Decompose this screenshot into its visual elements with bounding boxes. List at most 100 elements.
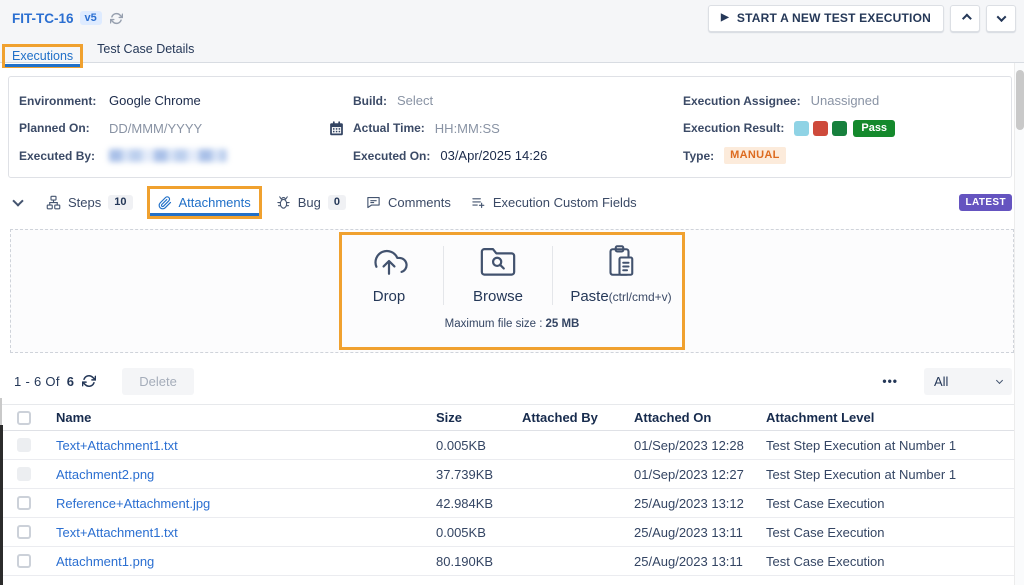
build-label: Build: (353, 94, 387, 108)
column-header-attachment-level[interactable]: Attachment Level (758, 410, 1024, 425)
browse-option[interactable]: Browse (448, 244, 548, 307)
assignee-label: Execution Assignee: (683, 94, 801, 108)
attachment-name-link[interactable]: Text+Attachment1.txt (48, 525, 428, 540)
pagination-count: 1 - 6 Of 6 (14, 374, 96, 389)
folder-search-icon (477, 244, 519, 278)
attachment-level: Test Case Execution (758, 525, 1024, 540)
tab-test-case-details[interactable]: Test Case Details (85, 38, 206, 62)
left-edge-line (0, 398, 2, 425)
paste-option[interactable]: Paste(ctrl/cmd+v) (557, 244, 685, 307)
attachment-name-link[interactable]: Reference+Attachment.jpg (48, 496, 428, 511)
steps-label: Steps (68, 195, 101, 210)
details-column-1: Environment: Google Chrome Planned On: D… (19, 87, 353, 169)
row-checkbox[interactable] (17, 525, 31, 539)
delete-button[interactable]: Delete (122, 368, 194, 395)
attachment-name-link[interactable]: Attachment1.png (48, 554, 428, 569)
vertical-scrollbar[interactable] (1014, 63, 1024, 585)
executed-by-redacted-value (109, 149, 227, 162)
pass-status-badge[interactable]: Pass (853, 120, 895, 137)
tab-steps[interactable]: Steps 10 (36, 189, 143, 216)
total-count: 6 (67, 374, 75, 389)
collapse-up-button[interactable] (950, 5, 980, 32)
calendar-icon[interactable] (328, 120, 345, 137)
upload-options: Drop Browse (339, 244, 685, 307)
table-row: Attachment2.png 37.739KB 01/Sep/2023 12:… (0, 460, 1024, 489)
executed-on-field: Executed On: 03/Apr/2025 14:26 (353, 142, 683, 169)
steps-count-badge: 10 (108, 195, 132, 210)
assignee-value[interactable]: Unassigned (811, 93, 880, 108)
details-column-2: Build: Select Actual Time: HH:MM:SS Exec… (353, 87, 683, 169)
drop-label: Drop (373, 288, 406, 305)
attachment-size: 80.190KB (428, 554, 514, 569)
planned-on-input[interactable]: DD/MMM/YYYY (109, 121, 202, 136)
planned-on-label: Planned On: (19, 121, 101, 135)
annotation-box-upload-options: Drop Browse (339, 232, 685, 350)
tab-executions[interactable]: Executions (5, 46, 80, 67)
attached-on: 25/Aug/2023 13:12 (626, 496, 758, 511)
section-collapse-icon[interactable] (12, 195, 23, 206)
row-checkbox[interactable] (17, 496, 31, 510)
scrollbar-thumb[interactable] (1016, 70, 1024, 130)
executed-on-label: Executed On: (353, 149, 430, 163)
test-execution-page: FIT-TC-16 v5 ▶ START A NEW TEST EXECUTIO… (0, 0, 1024, 585)
column-header-size[interactable]: Size (428, 410, 514, 425)
table-row: Text+Attachment1.txt 0.005KB 01/Sep/2023… (0, 431, 1024, 460)
type-field: Type: MANUAL (683, 142, 1003, 169)
select-all-checkbox[interactable] (17, 411, 31, 425)
environment-field: Environment: Google Chrome (19, 87, 353, 114)
expand-down-button[interactable] (986, 5, 1016, 32)
attachment-name-link[interactable]: Attachment2.png (48, 467, 428, 482)
attached-on: 25/Aug/2023 13:11 (626, 525, 758, 540)
attachment-name-link[interactable]: Text+Attachment1.txt (48, 438, 428, 453)
start-new-test-execution-button[interactable]: ▶ START A NEW TEST EXECUTION (708, 5, 944, 32)
column-header-name[interactable]: Name (48, 410, 428, 425)
bug-label: Bug (298, 195, 321, 210)
row-checkbox[interactable] (17, 554, 31, 568)
test-case-key-link[interactable]: FIT-TC-16 (12, 11, 74, 26)
tab-attachments[interactable]: Attachments (150, 189, 259, 216)
actual-time-label: Actual Time: (353, 121, 425, 135)
attachment-filter-select[interactable]: All (924, 368, 1012, 395)
divider (552, 246, 553, 305)
more-options-icon[interactable]: ••• (882, 374, 898, 388)
clipboard-paste-icon (603, 244, 639, 280)
paperclip-icon (158, 196, 172, 210)
tab-execution-custom-fields[interactable]: Execution Custom Fields (461, 189, 647, 216)
tab-comments[interactable]: Comments (356, 189, 461, 216)
actual-time-input[interactable]: HH:MM:SS (435, 121, 500, 136)
annotation-box-attachments: Attachments (147, 186, 262, 219)
section-tab-bar: Steps 10 Attachments Bug 0 Comments (0, 184, 1024, 221)
actual-time-field: Actual Time: HH:MM:SS (353, 115, 683, 142)
table-header-row: Name Size Attached By Attached On Attach… (0, 404, 1024, 431)
attachment-level: Test Case Execution (758, 496, 1024, 511)
execution-details-panel: Environment: Google Chrome Planned On: D… (8, 76, 1012, 178)
refresh-icon[interactable] (110, 12, 123, 25)
filter-selected-value: All (934, 374, 948, 389)
build-select[interactable]: Select (397, 93, 433, 108)
attachment-size: 0.005KB (428, 525, 514, 540)
table-row: Attachment1.png 80.190KB 25/Aug/2023 13:… (0, 547, 1024, 576)
tab-bug[interactable]: Bug 0 (266, 189, 356, 216)
annotation-box-executions: Executions (2, 44, 83, 68)
attachment-dropzone[interactable]: Drop Browse (10, 229, 1014, 353)
assignee-field: Execution Assignee: Unassigned (683, 87, 1003, 114)
attachments-toolbar: 1 - 6 Of 6 Delete ••• All (14, 366, 1012, 396)
result-color-green[interactable] (832, 121, 847, 136)
planned-on-field: Planned On: DD/MMM/YYYY (19, 115, 353, 142)
drop-option[interactable]: Drop (339, 244, 439, 307)
environment-value[interactable]: Google Chrome (109, 93, 201, 108)
bug-count-badge: 0 (328, 195, 346, 210)
column-header-attached-on[interactable]: Attached On (626, 410, 758, 425)
bug-icon (276, 195, 291, 210)
play-icon: ▶ (721, 13, 729, 23)
attachment-size: 0.005KB (428, 438, 514, 453)
result-color-red[interactable] (813, 121, 828, 136)
result-color-blue[interactable] (794, 121, 809, 136)
divider (443, 246, 444, 305)
max-file-size-note: Maximum file size :25 MB (445, 318, 580, 330)
executed-on-value[interactable]: 03/Apr/2025 14:26 (440, 148, 547, 163)
main-tab-bar: Executions Test Case Details (0, 36, 1024, 63)
refresh-list-icon[interactable] (82, 374, 96, 388)
column-header-attached-by[interactable]: Attached By (514, 410, 626, 425)
row-checkbox-disabled (17, 438, 31, 452)
